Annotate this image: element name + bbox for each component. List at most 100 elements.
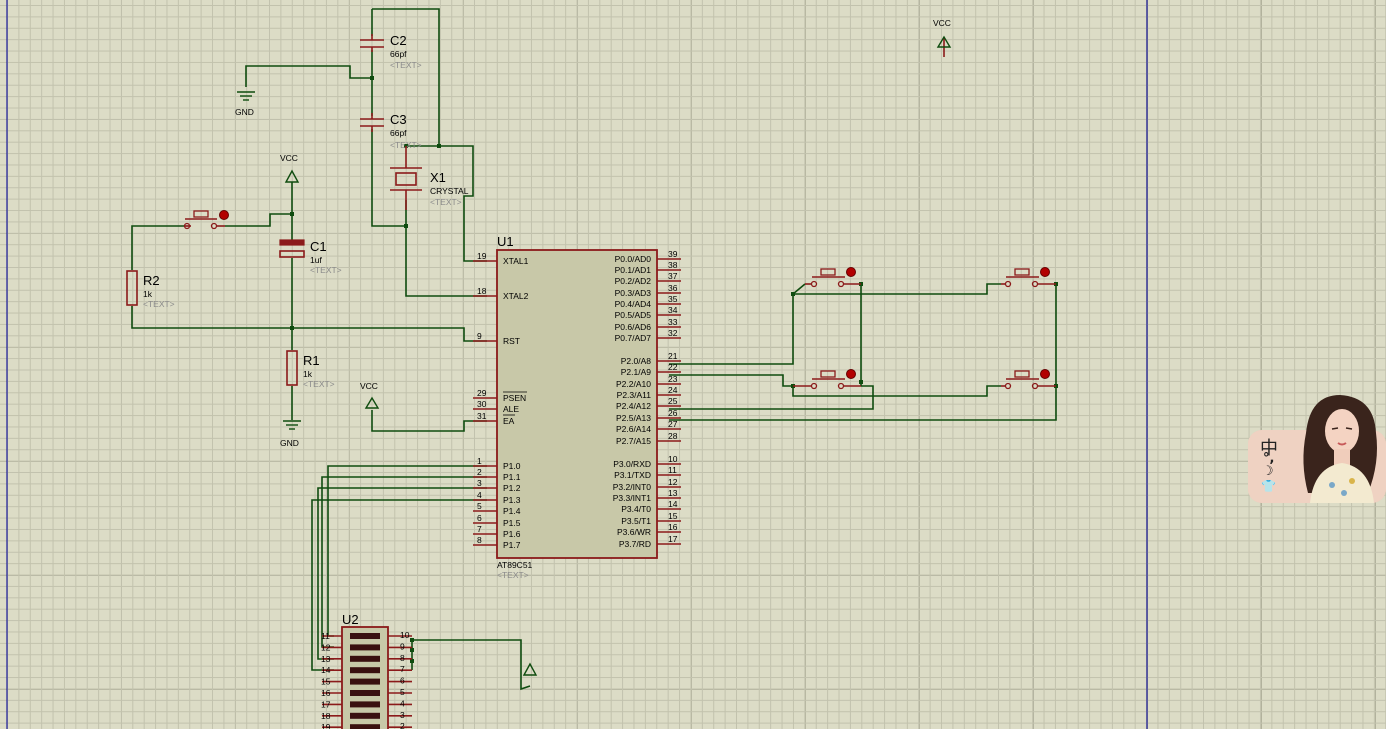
u1-pin-number: 37 <box>668 271 678 281</box>
u2-resistor-element <box>350 724 380 729</box>
u1-pin-number: 7 <box>477 524 482 534</box>
u1-pin-number: 21 <box>668 351 678 361</box>
u1-pin-name: P1.6 <box>503 529 521 539</box>
u1-pin-number: 32 <box>668 328 678 338</box>
u1-pin-name: P0.5/AD5 <box>615 310 652 320</box>
u1-ref: U1 <box>497 234 514 249</box>
c1-value: 1uf <box>310 255 322 265</box>
u1-pin-name: P2.6/A14 <box>616 424 651 434</box>
resistor-r2[interactable]: R2 1k <TEXT> <box>126 270 175 309</box>
u1-pin-number: 39 <box>668 249 678 259</box>
capacitor-c3[interactable]: C3 66pf <TEXT> <box>360 112 422 150</box>
u1-pin-name: P2.7/A15 <box>616 436 651 446</box>
c3-value: 66pf <box>390 128 407 138</box>
u1-pin-number: 36 <box>668 283 678 293</box>
u1-pin-number: 25 <box>668 396 678 406</box>
u1-pin-name: P1.1 <box>503 472 521 482</box>
u1-pin-number: 34 <box>668 305 678 315</box>
u1-pin-number: 24 <box>668 385 678 395</box>
u1-pin-name: P0.7/AD7 <box>615 333 652 343</box>
u1-pin-name: P2.2/A10 <box>616 379 651 389</box>
c1-text: <TEXT> <box>310 265 342 275</box>
u1-pin-number: 13 <box>668 488 678 498</box>
r2-text: <TEXT> <box>143 299 175 309</box>
u1-pin-number: 3 <box>477 478 482 488</box>
capacitor-c1[interactable]: C1 1uf <TEXT> <box>279 239 342 275</box>
u1-pin-name: P3.4/T0 <box>621 504 651 514</box>
u1-pin-name: XTAL1 <box>503 256 529 266</box>
r1-ref: R1 <box>303 353 320 368</box>
u1-pin-name: P3.7/RD <box>619 539 651 549</box>
schematic-canvas[interactable]: VCC VCC VCC GND GND C2 66pf <TEXT> C3 66… <box>0 0 1386 729</box>
button-k4[interactable] <box>1001 369 1056 390</box>
c2-ref: C2 <box>390 33 407 48</box>
u2-pin-number: 4 <box>400 698 405 708</box>
vcc-label: VCC <box>933 18 951 28</box>
vcc-reset[interactable]: VCC <box>280 153 300 183</box>
resistor-r1[interactable]: R1 1k <TEXT> <box>286 350 335 389</box>
capacitor-c2[interactable]: C2 66pf <TEXT> <box>360 33 422 70</box>
crystal-x1[interactable]: X1 CRYSTAL <TEXT> <box>390 146 469 210</box>
vcc-label: VCC <box>280 153 298 163</box>
x1-text: <TEXT> <box>430 197 462 207</box>
u1-pin-name: P0.2/AD2 <box>615 276 652 286</box>
r1-value: 1k <box>303 369 313 379</box>
gnd-reset[interactable]: GND <box>280 420 301 448</box>
x1-value: CRYSTAL <box>430 186 469 196</box>
u2-pin-number: 14 <box>321 665 331 675</box>
u1-pin-name: XTAL2 <box>503 291 529 301</box>
u1-pin-number: 27 <box>668 419 678 429</box>
u1-pin-number: 23 <box>668 374 678 384</box>
button-k3[interactable] <box>793 369 861 390</box>
skin-shirt-icon[interactable]: 👕 <box>1261 479 1276 493</box>
vcc-ea[interactable]: VCC <box>360 381 380 409</box>
u1-pin-name: P3.5/T1 <box>621 516 651 526</box>
c3-ref: C3 <box>390 112 407 127</box>
u1-pin-name: P0.0/AD0 <box>615 254 652 264</box>
u2-pin-number: 5 <box>400 687 405 697</box>
u1-pin-number: 33 <box>668 317 678 327</box>
u1-pin-number: 18 <box>477 286 487 296</box>
c2-value: 66pf <box>390 49 407 59</box>
u1-pin-name: P0.4/AD4 <box>615 299 652 309</box>
resistor-pack-u2[interactable]: U2 1112 1314 151617 1819 109 87 654 32 <box>321 612 412 729</box>
ime-avatar-widget[interactable]: 中 °, ☽ 👕 <box>1248 393 1386 503</box>
u2-pin-number: 15 <box>321 677 331 687</box>
u1-pin-name: P2.4/A12 <box>616 401 651 411</box>
moon-icon[interactable]: ☽ <box>1262 464 1274 479</box>
vcc-u2[interactable] <box>522 662 538 676</box>
u1-text: <TEXT> <box>497 570 529 580</box>
gnd-top[interactable]: GND <box>235 91 255 117</box>
u2-ref: U2 <box>342 612 359 627</box>
u2-resistor-element <box>350 655 380 662</box>
u1-pin-name: P3.3/INT1 <box>613 493 652 503</box>
button-k1[interactable] <box>805 267 861 288</box>
u2-pin-number: 3 <box>400 710 405 720</box>
u1-pin-number: 17 <box>668 534 678 544</box>
u1-pin-name: P0.6/AD6 <box>615 322 652 332</box>
u1-pin-number: 8 <box>477 535 482 545</box>
microcontroller-u1[interactable]: U1 AT89C51 <TEXT> 19 XTAL118 XTAL29 RST29 PS… <box>473 234 681 580</box>
u2-pin-number: 17 <box>321 699 331 709</box>
u1-pin-number: 16 <box>668 522 678 532</box>
c1-ref: C1 <box>310 239 327 254</box>
u1-pin-number: 14 <box>668 499 678 509</box>
r2-ref: R2 <box>143 273 160 288</box>
vcc-top-right[interactable]: VCC <box>933 18 952 57</box>
u2-resistor-element <box>350 712 380 719</box>
u1-pin-number: 26 <box>668 408 678 418</box>
r1-text: <TEXT> <box>303 379 335 389</box>
u2-pin-number: 19 <box>321 722 331 729</box>
vcc-label: VCC <box>360 381 378 391</box>
u2-pin-number: 7 <box>400 664 405 674</box>
u1-pin-number: 19 <box>477 251 487 261</box>
u2-resistor-element <box>350 690 380 696</box>
button-reset[interactable] <box>183 210 229 230</box>
u1-pin-number: 38 <box>668 260 678 270</box>
button-k2[interactable] <box>1001 267 1056 288</box>
u2-resistor-element <box>350 678 380 685</box>
u1-pin-number: 28 <box>668 431 678 441</box>
u1-pin-name: ALE <box>503 404 519 414</box>
u2-pin-number: 6 <box>400 676 405 686</box>
u2-pin-number: 18 <box>321 711 331 721</box>
